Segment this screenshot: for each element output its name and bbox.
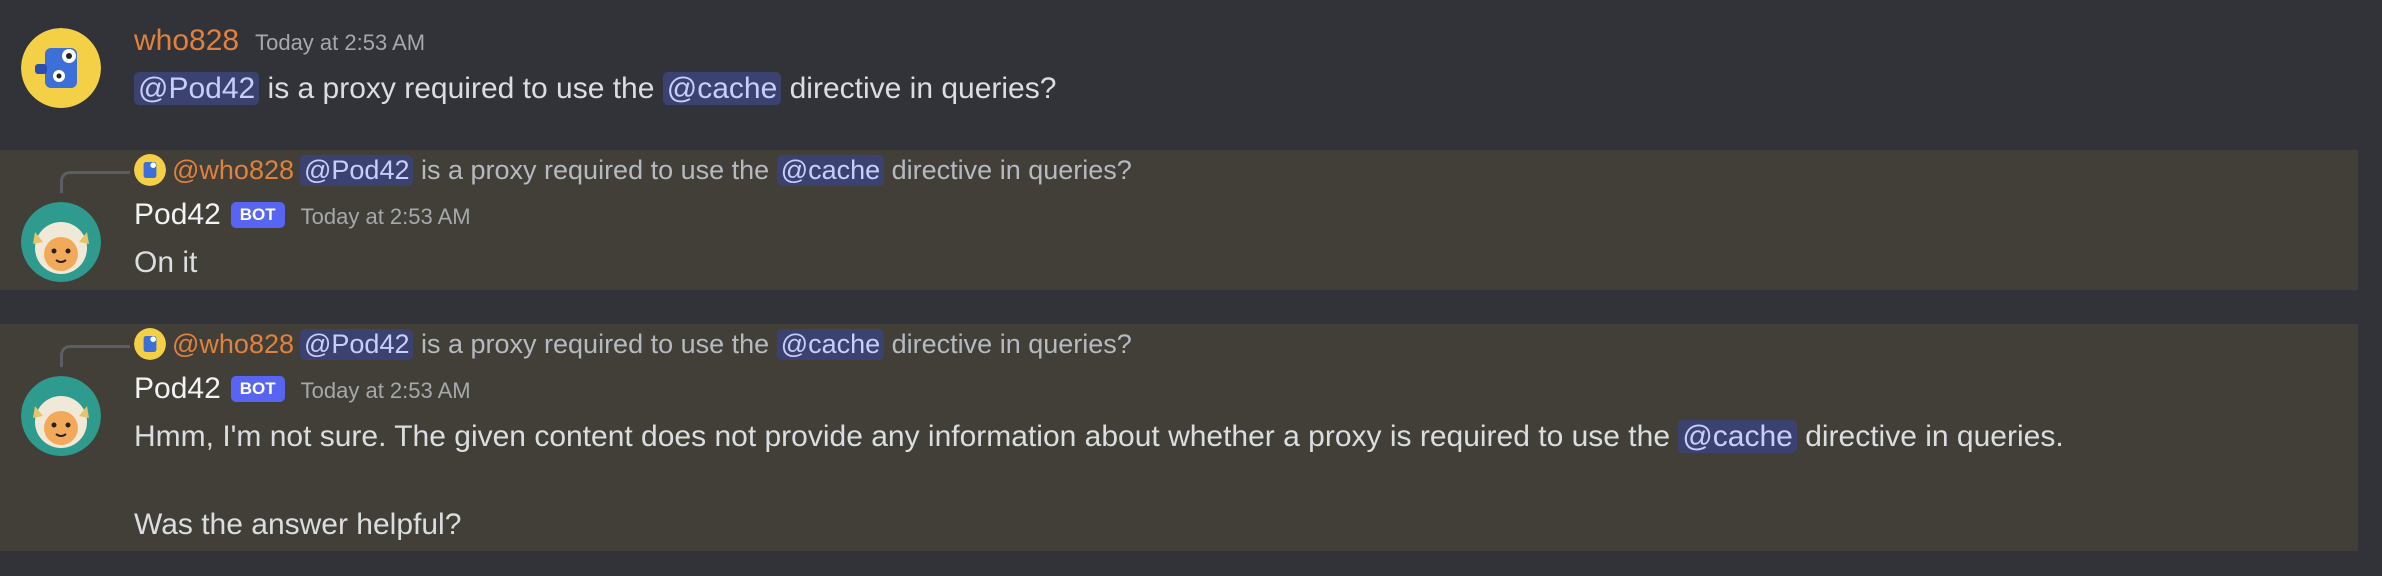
user-avatar[interactable] [21,28,101,108]
reply-preview[interactable]: @who828 @Pod42 is a proxy required to us… [134,328,1132,360]
message-text: directive in queries. [1796,420,2064,453]
feedback-question: Was the answer helpful? [134,508,462,541]
bot-avatar[interactable] [21,202,101,282]
reply-preview[interactable]: @who828 @Pod42 is a proxy required to us… [134,154,1132,186]
timestamp: Today at 2:53 AM [300,378,471,403]
bot-badge: BOT [230,376,285,402]
reply-connector [60,345,130,367]
message-content: On it [134,246,198,279]
mention-cache[interactable]: @cache [662,72,782,105]
message-text: directive in queries? [781,72,1057,105]
mention-pod42[interactable]: @Pod42 [134,72,260,105]
mention-cache: @cache [776,154,885,186]
reply-text: directive in queries? [884,328,1132,359]
username[interactable]: who828 [134,24,239,58]
message-text: Hmm, I'm not sure. The given content doe… [134,420,1679,453]
reply-text: is a proxy required to use the [413,154,777,185]
username[interactable]: Pod42 [134,372,221,406]
timestamp: Today at 2:53 AM [255,30,426,55]
reply-avatar [134,328,166,360]
message-text: is a proxy required to use the [259,72,663,105]
reply-avatar [134,154,166,186]
chat-messages: who828 Today at 2:53 AM @Pod42 is a prox… [0,0,2382,576]
message-who828: who828 Today at 2:53 AM @Pod42 is a prox… [0,0,2358,135]
bot-badge: BOT [230,202,285,228]
mention-pod42: @Pod42 [300,328,414,360]
mention-pod42: @Pod42 [300,154,414,186]
reply-connector [60,171,130,193]
reply-text: is a proxy required to use the [413,328,777,359]
reply-username[interactable]: @who828 [172,155,294,186]
message-pod42-reply-2: @who828 @Pod42 is a proxy required to us… [0,324,2358,551]
timestamp: Today at 2:53 AM [300,204,471,229]
bot-avatar[interactable] [21,376,101,456]
message-pod42-reply-1: @who828 @Pod42 is a proxy required to us… [0,150,2358,290]
message-content: @Pod42 is a proxy required to use the @c… [134,70,1056,108]
reply-username[interactable]: @who828 [172,329,294,360]
reply-text: directive in queries? [884,154,1132,185]
message-content: Hmm, I'm not sure. The given content doe… [134,418,2064,456]
mention-cache[interactable]: @cache [1678,420,1797,453]
mention-cache: @cache [776,328,885,360]
username[interactable]: Pod42 [134,198,221,232]
